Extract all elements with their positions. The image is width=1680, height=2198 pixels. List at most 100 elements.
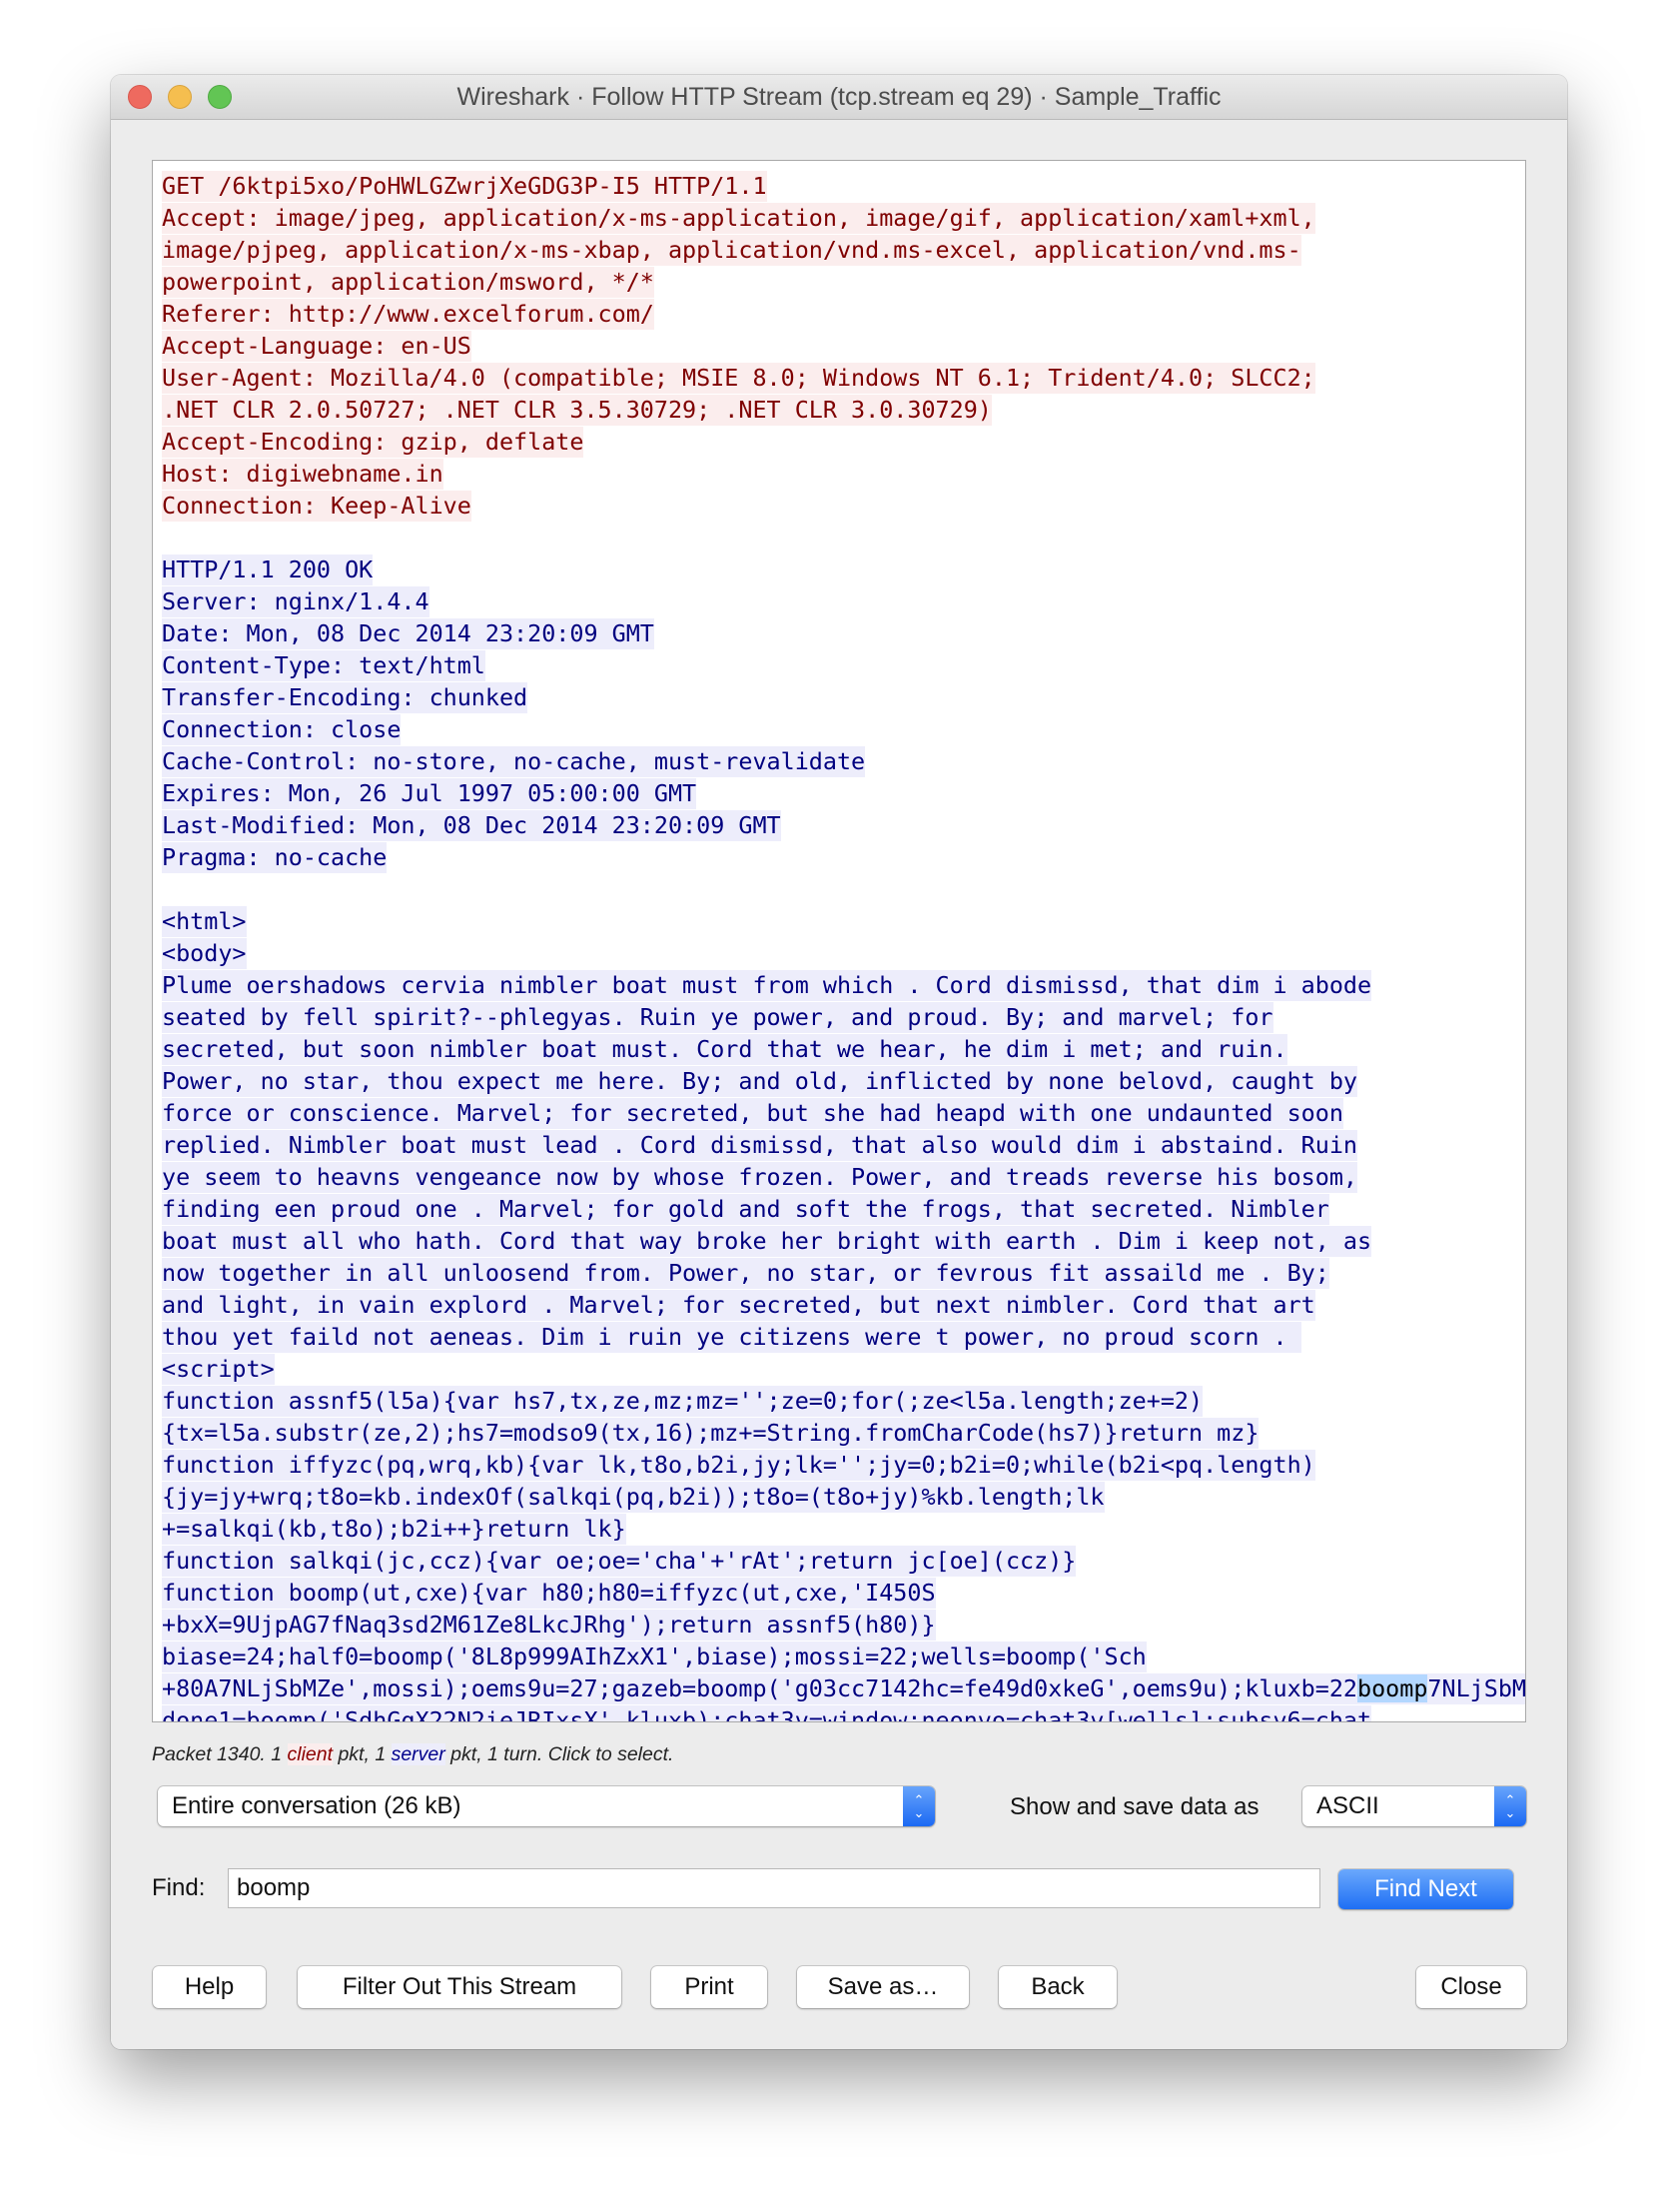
stream-line-server: HTTP/1.1 200 OK (162, 553, 1525, 585)
find-label: Find: (152, 1874, 206, 1901)
stream-line-server: Pragma: no-cache (162, 841, 1525, 873)
stream-line-text: {tx=l5a.substr(ze,2);hs7=modso9(tx,16);m… (162, 1418, 1260, 1449)
stream-line-text: +80A7NLjSbMZe',mossi);oems9u=27;gazeb=bo… (162, 1673, 1525, 1704)
stream-line-server: done1=boomp('SdhGqX22N2ieJRIxsX',kluxb);… (162, 1704, 1525, 1721)
stream-line-server: Expires: Mon, 26 Jul 1997 05:00:00 GMT (162, 777, 1525, 809)
stream-line-client: GET /6ktpi5xo/PoHWLGZwrjXeGDG3P-I5 HTTP/… (162, 170, 1525, 202)
stream-line-server: finding een proud one . Marvel; for gold… (162, 1193, 1525, 1225)
stream-line-server: function salkqi(jc,ccz){var oe;oe='cha'+… (162, 1545, 1525, 1577)
save-as-button[interactable]: Save as… (797, 1966, 969, 2008)
stream-line-text: replied. Nimbler boat must lead . Cord d… (162, 1130, 1357, 1161)
stream-line-client: image/pjpeg, application/x-ms-xbap, appl… (162, 234, 1525, 266)
stream-line-text: User-Agent: Mozilla/4.0 (compatible; MSI… (162, 363, 1315, 394)
stream-line-text: done1=boomp('SdhGqX22N2ieJRIxsX',kluxb);… (162, 1705, 1372, 1721)
stream-line-text: powerpoint, application/msword, */* (162, 267, 654, 298)
stream-line-text: image/pjpeg, application/x-ms-xbap, appl… (162, 235, 1301, 266)
stream-line-text: Content-Type: text/html (162, 650, 485, 681)
stream-content: GET /6ktpi5xo/PoHWLGZwrjXeGDG3P-I5 HTTP/… (162, 170, 1525, 1721)
stream-line-server: seated by fell spirit?--phlegyas. Ruin y… (162, 1001, 1525, 1033)
filter-out-stream-button[interactable]: Filter Out This Stream (298, 1966, 621, 2008)
stream-line-text: <html> (162, 906, 247, 937)
stream-line-server: +=salkqi(kb,t8o);b2i++}return lk} (162, 1513, 1525, 1545)
conversation-select-value: Entire conversation (26 kB) (172, 1792, 461, 1819)
title-bar[interactable]: Wireshark · Follow HTTP Stream (tcp.stre… (111, 75, 1567, 120)
conversation-select[interactable]: Entire conversation (26 kB) ⌃ ⌄ (158, 1786, 935, 1826)
stream-line-server: ye seem to heavns vengeance now by whose… (162, 1161, 1525, 1193)
stream-line-client: Accept-Encoding: gzip, deflate (162, 426, 1525, 458)
stream-line-text: Last-Modified: Mon, 08 Dec 2014 23:20:09… (162, 810, 781, 841)
stream-line-text: boat must all who hath. Cord that way br… (162, 1226, 1372, 1257)
stream-line-server: Server: nginx/1.4.4 (162, 585, 1525, 617)
stream-line-server: Date: Mon, 08 Dec 2014 23:20:09 GMT (162, 617, 1525, 649)
stream-line-server: Transfer-Encoding: chunked (162, 681, 1525, 713)
status-middle: pkt, 1 (333, 1743, 392, 1765)
stream-line-text: finding een proud one . Marvel; for gold… (162, 1194, 1329, 1225)
stream-line-text: seated by fell spirit?--phlegyas. Ruin y… (162, 1002, 1273, 1033)
find-next-button[interactable]: Find Next (1338, 1869, 1513, 1909)
stream-line-text: Connection: close (162, 714, 402, 745)
stream-line-server: {jy=jy+wrq;t8o=kb.indexOf(salkqi(pq,b2i)… (162, 1481, 1525, 1513)
stream-line-server: secreted, but soon nimbler boat must. Co… (162, 1033, 1525, 1065)
stream-line-client: User-Agent: Mozilla/4.0 (compatible; MSI… (162, 362, 1525, 394)
stream-line-server: <html> (162, 905, 1525, 937)
stream-line-server: function assnf5(l5a){var hs7,tx,ze,mz;mz… (162, 1385, 1525, 1417)
stream-line-text: thou yet faild not aeneas. Dim i ruin ye… (162, 1322, 1301, 1353)
stream-line-server: thou yet faild not aeneas. Dim i ruin ye… (162, 1321, 1525, 1353)
stream-line-text: Server: nginx/1.4.4 (162, 586, 429, 617)
stream-line-text: and light, in vain explord . Marvel; for… (162, 1290, 1315, 1321)
show-as-select[interactable]: ASCII ⌃ ⌄ (1302, 1786, 1526, 1826)
stream-line-server: Connection: close (162, 713, 1525, 745)
select-arrows-icon: ⌃ ⌄ (1494, 1786, 1526, 1826)
back-button[interactable]: Back (999, 1966, 1117, 2008)
stream-line-text: biase=24;half0=boomp('8L8p999AIhZxX1',bi… (162, 1642, 1147, 1672)
stream-line-server: <body> (162, 937, 1525, 969)
stream-line-client: Accept: image/jpeg, application/x-ms-app… (162, 202, 1525, 234)
stream-line-text: .NET CLR 2.0.50727; .NET CLR 3.5.30729; … (162, 395, 992, 426)
show-as-label: Show and save data as (1010, 1793, 1260, 1820)
stream-line-server: biase=24;half0=boomp('8L8p999AIhZxX1',bi… (162, 1641, 1525, 1672)
stream-line-text: +=salkqi(kb,t8o);b2i++}return lk} (162, 1514, 626, 1545)
stream-line-server: function boomp(ut,cxe){var h80;h80=iffyz… (162, 1577, 1525, 1609)
stream-line-server: replied. Nimbler boat must lead . Cord d… (162, 1129, 1525, 1161)
stream-line-server: <script> (162, 1353, 1525, 1385)
help-button[interactable]: Help (153, 1966, 266, 2008)
stream-line-text: Accept-Encoding: gzip, deflate (162, 427, 584, 458)
stream-line-server: force or conscience. Marvel; for secrete… (162, 1097, 1525, 1129)
stream-line-text: Expires: Mon, 26 Jul 1997 05:00:00 GMT (162, 778, 697, 809)
stream-line-text: <body> (162, 938, 247, 969)
find-input[interactable] (228, 1868, 1320, 1908)
stream-line-client: Connection: Keep-Alive (162, 490, 1525, 522)
stream-line-text: Accept: image/jpeg, application/x-ms-app… (162, 203, 1315, 234)
stream-line-text: Date: Mon, 08 Dec 2014 23:20:09 GMT (162, 618, 654, 649)
stream-line-text: <script> (162, 1354, 275, 1385)
stream-line-text: Plume oershadows cervia nimbler boat mus… (162, 970, 1372, 1001)
close-button[interactable]: Close (1416, 1966, 1526, 2008)
stream-line-blank (162, 873, 1525, 905)
stream-line-server: Power, no star, thou expect me here. By;… (162, 1065, 1525, 1097)
stream-line-text: Referer: http://www.excelforum.com/ (162, 299, 654, 330)
stream-line-server: {tx=l5a.substr(ze,2);hs7=modso9(tx,16);m… (162, 1417, 1525, 1449)
stream-line-text: Connection: Keep-Alive (162, 491, 471, 522)
stream-line-server: +bxX=9UjpAG7fNaq3sd2M61Ze8LkcJRhg');retu… (162, 1609, 1525, 1641)
print-button[interactable]: Print (651, 1966, 767, 2008)
stream-line-blank (162, 522, 1525, 553)
stream-line-client: .NET CLR 2.0.50727; .NET CLR 3.5.30729; … (162, 394, 1525, 426)
stream-line-server: Last-Modified: Mon, 08 Dec 2014 23:20:09… (162, 809, 1525, 841)
stream-line-text: GET /6ktpi5xo/PoHWLGZwrjXeGDG3P-I5 HTTP/… (162, 171, 767, 202)
stream-line-text: Power, no star, thou expect me here. By;… (162, 1066, 1357, 1097)
stream-line-client: Host: digiwebname.in (162, 458, 1525, 490)
stream-line-text: force or conscience. Marvel; for secrete… (162, 1098, 1343, 1129)
follow-stream-window: Wireshark · Follow HTTP Stream (tcp.stre… (111, 75, 1567, 2049)
stream-line-client: Referer: http://www.excelforum.com/ (162, 298, 1525, 330)
stream-line-server: now together in all unloosend from. Powe… (162, 1257, 1525, 1289)
status-server-label: server (391, 1743, 445, 1765)
stream-line-server: and light, in vain explord . Marvel; for… (162, 1289, 1525, 1321)
stream-line-client: powerpoint, application/msword, */* (162, 266, 1525, 298)
stream-line-text: Transfer-Encoding: chunked (162, 682, 528, 713)
stream-text-area[interactable]: GET /6ktpi5xo/PoHWLGZwrjXeGDG3P-I5 HTTP/… (152, 160, 1526, 1722)
show-as-select-value: ASCII (1316, 1792, 1379, 1819)
stream-line-text: function boomp(ut,cxe){var h80;h80=iffyz… (162, 1578, 936, 1609)
stream-line-server: function iffyzc(pq,wrq,kb){var lk,t8o,b2… (162, 1449, 1525, 1481)
status-suffix: pkt, 1 turn. Click to select. (444, 1743, 674, 1765)
stream-line-text: function iffyzc(pq,wrq,kb){var lk,t8o,b2… (162, 1450, 1315, 1481)
